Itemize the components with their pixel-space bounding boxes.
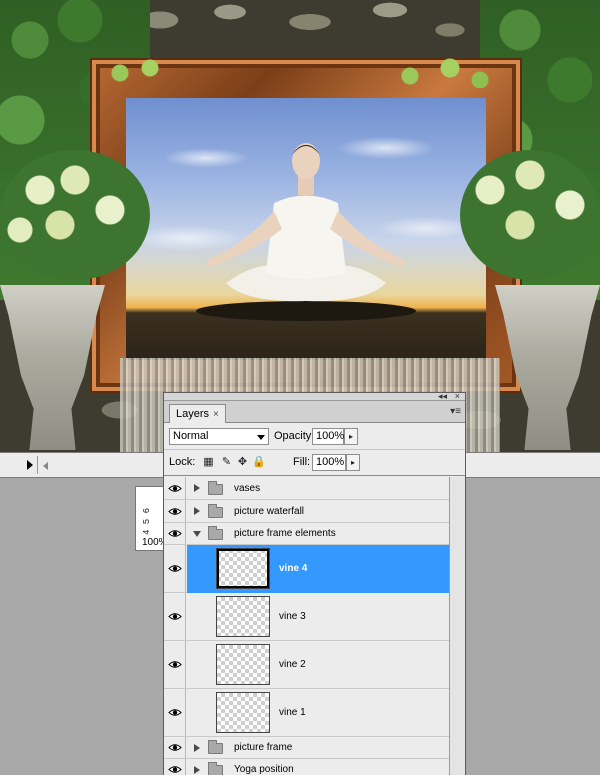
layer-row-vine-1[interactable]: vine 1 (164, 689, 450, 737)
opacity-field[interactable]: 100% (312, 428, 344, 445)
fill-label: Fill: (293, 456, 311, 468)
hydrangea-left (0, 150, 150, 280)
layer-row-vine-2[interactable]: vine 2 (164, 641, 450, 689)
visibility-cell[interactable] (164, 759, 186, 775)
layers-panel: ◂◂ × Layers × ▾≡ Normal Opacity: 100% ▸ … (163, 392, 466, 775)
layer-name: vine 3 (279, 611, 306, 622)
eye-icon[interactable] (168, 765, 182, 774)
blend-mode-value: Normal (173, 430, 209, 442)
layer-name: vine 4 (279, 563, 308, 574)
panel-tab-strip: Layers × ▾≡ (164, 401, 465, 423)
tab-close-icon[interactable]: × (213, 409, 219, 420)
folder-icon (208, 740, 223, 754)
layer-list[interactable]: vases picture waterfall picture frame el… (164, 477, 450, 775)
layer-thumbnail (216, 644, 270, 685)
layer-name: vine 1 (279, 707, 306, 718)
tab-layers-label: Layers (176, 408, 210, 420)
expand-arrow-icon[interactable] (194, 484, 200, 492)
lock-image-brush-icon[interactable]: ✎ (220, 455, 233, 469)
folder-icon (208, 762, 223, 775)
layer-name: vine 2 (279, 659, 306, 670)
lock-position-move-icon[interactable]: ✥ (236, 455, 249, 469)
tab-layers[interactable]: Layers × (169, 404, 226, 423)
eye-icon[interactable] (168, 612, 182, 621)
lock-transparency-icon[interactable]: ▦ (202, 455, 215, 469)
panel-title-bar[interactable]: ◂◂ × (164, 392, 465, 401)
visibility-cell[interactable] (164, 523, 186, 544)
collapse-arrow-icon[interactable] (193, 531, 201, 537)
layer-row-picture-waterfall[interactable]: picture waterfall (164, 500, 450, 523)
chevron-down-icon (257, 435, 265, 440)
collapse-panel-icon[interactable]: ◂◂ (438, 392, 447, 401)
layer-row-picture-frame-elements[interactable]: picture frame elements (164, 523, 450, 545)
play-arrow-icon[interactable] (27, 460, 33, 470)
layer-name: picture frame (234, 742, 293, 753)
panel-menu-icon[interactable]: ▾≡ (450, 406, 461, 418)
blend-options-row: Normal Opacity: 100% ▸ (164, 424, 465, 450)
fill-field[interactable]: 100% (312, 454, 346, 471)
layer-row-yoga-position[interactable]: Yoga position (164, 759, 450, 775)
folder-icon (208, 526, 223, 540)
layer-row-picture-frame[interactable]: picture frame (164, 737, 450, 759)
layer-thumbnail (216, 548, 270, 589)
layer-name: vases (234, 483, 261, 494)
divider (37, 456, 38, 474)
eye-icon[interactable] (168, 708, 182, 717)
visibility-cell[interactable] (164, 477, 186, 499)
hydrangea-right (460, 150, 600, 280)
lock-row: Lock: ▦ ✎ ✥ 🔒 Fill: 100% ▸ (164, 451, 465, 476)
folder-icon (208, 481, 223, 495)
layer-name: Yoga position (234, 764, 294, 775)
lock-all-icon[interactable]: 🔒 (252, 455, 266, 469)
canvas-artwork[interactable] (0, 0, 600, 452)
navigator-mini-window[interactable]: 4 5 6 100% (135, 486, 168, 551)
layer-list-scrollbar[interactable] (449, 477, 465, 775)
vine-on-frame (110, 58, 510, 88)
layer-row-vases[interactable]: vases (164, 477, 450, 500)
layer-row-vine-4[interactable]: vine 4 (164, 545, 450, 593)
opacity-slider-button[interactable]: ▸ (344, 428, 358, 445)
blend-mode-select[interactable]: Normal (169, 428, 269, 445)
eye-icon[interactable] (168, 507, 182, 516)
visibility-cell[interactable] (164, 500, 186, 522)
visibility-cell[interactable] (164, 641, 186, 688)
layer-name: picture frame elements (234, 528, 336, 539)
eye-icon[interactable] (168, 743, 182, 752)
layer-thumbnail (216, 596, 270, 637)
visibility-cell[interactable] (164, 689, 186, 736)
eye-icon[interactable] (168, 564, 182, 573)
expand-arrow-icon[interactable] (194, 766, 200, 774)
eye-icon[interactable] (168, 660, 182, 669)
folder-icon (208, 504, 223, 518)
visibility-cell[interactable] (164, 737, 186, 758)
close-panel-icon[interactable]: × (455, 392, 460, 401)
vertical-ruler: 4 5 6 (142, 507, 152, 535)
layer-name: picture waterfall (234, 506, 305, 517)
layer-row-vine-3[interactable]: vine 3 (164, 593, 450, 641)
expand-arrow-icon[interactable] (194, 744, 200, 752)
lock-label: Lock: (169, 456, 196, 468)
fill-slider-button[interactable]: ▸ (346, 454, 360, 471)
expand-arrow-icon[interactable] (194, 507, 200, 515)
opacity-label: Opacity: (274, 430, 315, 442)
yoga-woman-figure (196, 143, 416, 321)
scroll-left-arrow-icon[interactable] (43, 462, 48, 470)
visibility-cell[interactable] (164, 545, 186, 592)
eye-icon[interactable] (168, 484, 182, 493)
eye-icon[interactable] (168, 529, 182, 538)
visibility-cell[interactable] (164, 593, 186, 640)
layer-thumbnail (216, 692, 270, 733)
yoga-photo (126, 98, 486, 360)
